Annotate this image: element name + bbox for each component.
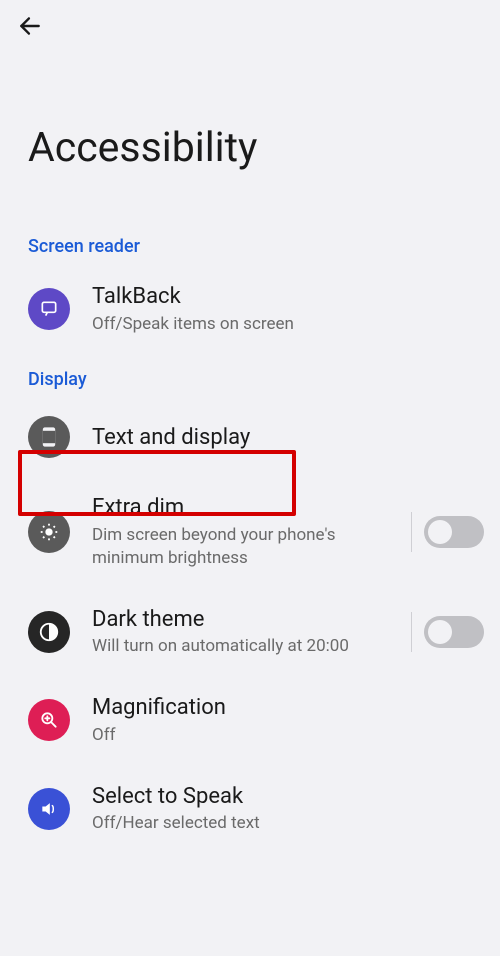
item-text: Extra dim Dim screen beyond your phone's… bbox=[92, 494, 389, 569]
extra-dim-toggle[interactable] bbox=[424, 516, 484, 548]
item-subtitle: Off/Hear selected text bbox=[92, 812, 484, 835]
item-title: Dark theme bbox=[92, 606, 389, 634]
select-to-speak-icon bbox=[28, 788, 70, 830]
item-text-and-display[interactable]: Text and display bbox=[0, 398, 500, 476]
app-header bbox=[0, 0, 500, 52]
item-magnification[interactable]: Magnification Off bbox=[0, 676, 500, 764]
dark-theme-toggle[interactable] bbox=[424, 616, 484, 648]
back-button[interactable] bbox=[16, 12, 44, 40]
section-header-screen-reader: Screen reader bbox=[0, 220, 500, 265]
item-trail bbox=[411, 512, 484, 552]
item-extra-dim[interactable]: Extra dim Dim screen beyond your phone's… bbox=[0, 476, 500, 587]
item-subtitle: Dim screen beyond your phone's minimum b… bbox=[92, 524, 389, 570]
talkback-icon bbox=[28, 288, 70, 330]
arrow-back-icon bbox=[17, 13, 43, 39]
item-text: Magnification Off bbox=[92, 694, 484, 746]
item-title: Text and display bbox=[92, 424, 484, 452]
divider bbox=[411, 512, 412, 552]
item-subtitle: Off/Speak items on screen bbox=[92, 313, 484, 336]
item-title: Extra dim bbox=[92, 494, 389, 522]
item-talkback[interactable]: TalkBack Off/Speak items on screen bbox=[0, 265, 500, 353]
item-title: Magnification bbox=[92, 694, 484, 722]
section-header-display: Display bbox=[0, 353, 500, 398]
item-subtitle: Will turn on automatically at 20:00 bbox=[92, 635, 389, 658]
page-title: Accessibility bbox=[0, 52, 500, 220]
item-text: Select to Speak Off/Hear selected text bbox=[92, 783, 484, 835]
item-dark-theme[interactable]: Dark theme Will turn on automatically at… bbox=[0, 588, 500, 676]
item-title: Select to Speak bbox=[92, 783, 484, 811]
item-trail bbox=[411, 612, 484, 652]
item-text: Text and display bbox=[92, 424, 484, 452]
text-display-icon bbox=[28, 416, 70, 458]
item-title: TalkBack bbox=[92, 283, 484, 311]
dark-theme-icon bbox=[28, 611, 70, 653]
item-select-to-speak[interactable]: Select to Speak Off/Hear selected text bbox=[0, 765, 500, 853]
item-subtitle: Off bbox=[92, 724, 484, 747]
divider bbox=[411, 612, 412, 652]
extra-dim-icon bbox=[28, 511, 70, 553]
item-text: TalkBack Off/Speak items on screen bbox=[92, 283, 484, 335]
item-text: Dark theme Will turn on automatically at… bbox=[92, 606, 389, 658]
magnification-icon bbox=[28, 699, 70, 741]
